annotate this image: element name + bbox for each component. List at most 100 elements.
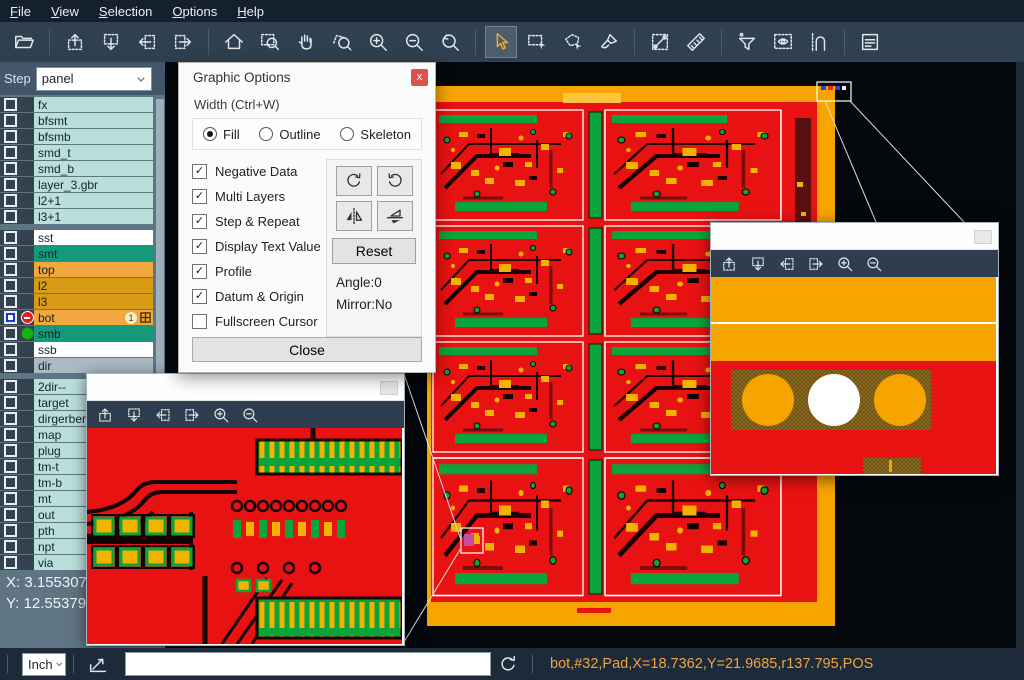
measure-point-button[interactable] xyxy=(644,26,676,58)
layer-visibility-checkbox[interactable] xyxy=(0,326,20,341)
layer-visibility-checkbox[interactable] xyxy=(0,193,20,208)
layer-name[interactable]: fx xyxy=(34,97,153,112)
step-left-button[interactable] xyxy=(778,255,796,273)
layer-name[interactable]: l3+1 xyxy=(34,209,153,224)
layer-row-bot[interactable]: bot1 xyxy=(0,310,165,325)
layer-visibility-checkbox[interactable] xyxy=(0,475,20,490)
zoom-window-button[interactable] xyxy=(254,26,286,58)
layer-row-smb[interactable]: smb xyxy=(0,326,165,341)
zoom-in-button[interactable] xyxy=(836,255,854,273)
layer-name[interactable]: smd_b xyxy=(34,161,153,176)
layer-visibility-checkbox[interactable] xyxy=(0,262,20,277)
layer-name[interactable]: layer_3.gbr xyxy=(34,177,153,192)
layer-row-fx[interactable]: fx xyxy=(0,97,165,112)
layer-visibility-checkbox[interactable] xyxy=(0,342,20,357)
menu-options[interactable]: Options xyxy=(162,2,227,21)
step-up-button[interactable] xyxy=(96,406,114,424)
layer-visibility-checkbox[interactable] xyxy=(0,209,20,224)
layer-name[interactable]: dir xyxy=(34,358,153,373)
layer-row-layer_3.gbr[interactable]: layer_3.gbr xyxy=(0,177,165,192)
layer-name[interactable]: l2 xyxy=(34,278,153,293)
layer-visibility-checkbox[interactable] xyxy=(0,555,20,570)
layer-visibility-checkbox[interactable] xyxy=(0,379,20,394)
layer-row-bfsmt[interactable]: bfsmt xyxy=(0,113,165,128)
layer-visibility-checkbox[interactable] xyxy=(0,443,20,458)
layer-visibility-checkbox[interactable] xyxy=(0,358,20,373)
layer-name[interactable]: bot1 xyxy=(34,310,153,325)
step-down-button[interactable] xyxy=(749,255,767,273)
angle-measure-icon[interactable] xyxy=(87,653,109,675)
checkbox-display-text-value[interactable]: ✓Display Text Value xyxy=(192,234,324,259)
zoom-out-button[interactable] xyxy=(398,26,430,58)
layer-name[interactable]: smd_t xyxy=(34,145,153,160)
command-input[interactable] xyxy=(125,652,491,676)
radio-skeleton[interactable]: Skeleton xyxy=(340,127,411,142)
popup-minimize-button[interactable] xyxy=(974,230,992,244)
zoom-previous-button[interactable] xyxy=(434,26,466,58)
step-up-button[interactable] xyxy=(59,26,91,58)
layer-visibility-checkbox[interactable] xyxy=(0,294,20,309)
layer-visibility-checkbox[interactable] xyxy=(0,523,20,538)
layer-visibility-checkbox[interactable] xyxy=(0,459,20,474)
reset-button[interactable]: Reset xyxy=(332,238,416,264)
layer-visibility-checkbox[interactable] xyxy=(0,507,20,522)
rotate-cw-button[interactable] xyxy=(336,166,372,196)
select-polygon-button[interactable] xyxy=(557,26,589,58)
layer-name[interactable]: l2+1 xyxy=(34,193,153,208)
checkbox-profile[interactable]: ✓Profile xyxy=(192,259,324,284)
menu-help[interactable]: Help xyxy=(227,2,274,21)
radio-outline[interactable]: Outline xyxy=(259,127,320,142)
step-right-button[interactable] xyxy=(167,26,199,58)
radio-fill[interactable]: Fill xyxy=(203,127,240,142)
close-button[interactable]: Close xyxy=(192,337,422,362)
menu-file[interactable]: File xyxy=(0,2,41,21)
layer-row-smt[interactable]: smt xyxy=(0,246,165,261)
layer-name[interactable]: l3 xyxy=(34,294,153,309)
layer-name[interactable]: ssb xyxy=(34,342,153,357)
magnifier-right-view[interactable] xyxy=(711,277,996,474)
checkbox-step-repeat[interactable]: ✓Step & Repeat xyxy=(192,209,324,234)
layer-visibility-checkbox[interactable] xyxy=(0,97,20,112)
layer-row-smd_b[interactable]: smd_b xyxy=(0,161,165,176)
layer-visibility-checkbox[interactable] xyxy=(0,113,20,128)
checkbox-datum-origin[interactable]: ✓Datum & Origin xyxy=(192,284,324,309)
layer-visibility-checkbox[interactable] xyxy=(0,129,20,144)
magnifier-left-view[interactable] xyxy=(87,428,402,644)
layer-visibility-checkbox[interactable] xyxy=(0,427,20,442)
layer-visibility-checkbox[interactable] xyxy=(0,278,20,293)
layer-name[interactable]: bfsmb xyxy=(34,129,153,144)
pan-hand-button[interactable] xyxy=(290,26,322,58)
mirror-vertical-button[interactable] xyxy=(377,201,413,231)
home-button[interactable] xyxy=(218,26,250,58)
layer-visibility-checkbox[interactable] xyxy=(0,230,20,245)
snap-magnet-button[interactable] xyxy=(803,26,835,58)
layer-visibility-checkbox[interactable] xyxy=(0,310,20,325)
filter-funnel-button[interactable] xyxy=(731,26,763,58)
zoom-out-button[interactable] xyxy=(241,406,259,424)
layer-visibility-checkbox[interactable] xyxy=(0,491,20,506)
layer-visibility-checkbox[interactable] xyxy=(0,246,20,261)
layer-row-top[interactable]: top xyxy=(0,262,165,277)
magnifier-left-titlebar[interactable] xyxy=(87,374,404,401)
step-left-button[interactable] xyxy=(154,406,172,424)
refresh-icon[interactable] xyxy=(497,653,519,675)
layer-name[interactable]: bfsmt xyxy=(34,113,153,128)
popup-minimize-button[interactable] xyxy=(380,381,398,395)
layer-visibility-checkbox[interactable] xyxy=(0,145,20,160)
layer-row-l2[interactable]: l2 xyxy=(0,278,165,293)
mirror-horizontal-button[interactable] xyxy=(336,201,372,231)
layer-name[interactable]: top xyxy=(34,262,153,277)
layer-row-ssb[interactable]: ssb xyxy=(0,342,165,357)
layer-visibility-checkbox[interactable] xyxy=(0,395,20,410)
checkbox-multi-layers[interactable]: ✓Multi Layers xyxy=(192,184,324,209)
select-rect-button[interactable] xyxy=(521,26,553,58)
layer-row-l3[interactable]: l3 xyxy=(0,294,165,309)
layer-visibility-checkbox[interactable] xyxy=(0,539,20,554)
magnifier-right-titlebar[interactable] xyxy=(711,223,998,250)
measure-ruler-button[interactable] xyxy=(680,26,712,58)
clean-brush-button[interactable] xyxy=(593,26,625,58)
layer-visibility-checkbox[interactable] xyxy=(0,161,20,176)
step-up-button[interactable] xyxy=(720,255,738,273)
layers-form-button[interactable] xyxy=(854,26,886,58)
layer-visibility-checkbox[interactable] xyxy=(0,411,20,426)
